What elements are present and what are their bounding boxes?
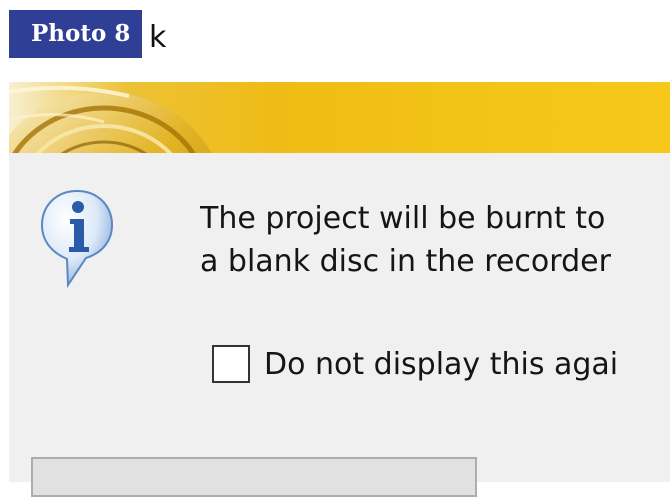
window-title-text: k xyxy=(149,20,167,55)
do-not-display-label[interactable]: Do not display this agai xyxy=(264,343,618,387)
dialog-message: The project will be burnt to a blank dis… xyxy=(200,197,670,283)
message-line-1: The project will be burnt to xyxy=(200,201,606,236)
photo-label-badge: Photo 8 xyxy=(9,10,142,58)
do-not-display-checkbox[interactable] xyxy=(212,345,250,383)
dialog-button[interactable] xyxy=(31,457,477,497)
dialog-body: The project will be burnt to a blank dis… xyxy=(9,153,670,497)
info-icon xyxy=(40,189,114,289)
message-line-2: a blank disc in the recorder xyxy=(200,244,611,279)
disc-artwork-icon xyxy=(9,85,212,153)
dialog-banner xyxy=(9,82,670,153)
do-not-display-option[interactable]: Do not display this agai xyxy=(212,343,670,387)
